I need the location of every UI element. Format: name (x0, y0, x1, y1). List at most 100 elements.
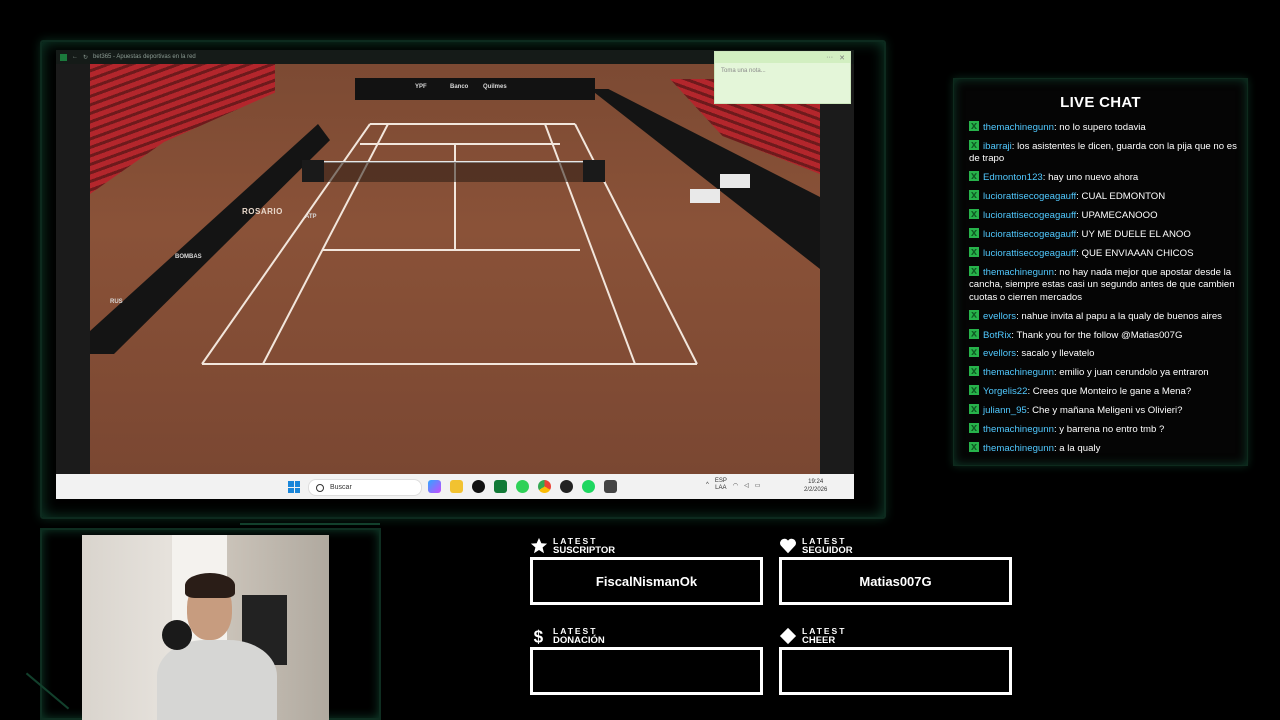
bet365-favicon-icon (60, 53, 67, 61)
heart-icon (780, 538, 796, 554)
chat-username[interactable]: themachinegunn (983, 443, 1054, 454)
chat-text: a la qualy (1059, 442, 1101, 454)
chat-message: luciorattisecogeagauff: UPAMECANOOO (969, 209, 1241, 223)
court-bench (720, 174, 750, 188)
chat-username[interactable]: ibarraji (983, 141, 1012, 152)
chat-text: emilio y juan cerundolo ya entraron (1059, 367, 1209, 379)
alert-label-big: SUSCRIPTOR (553, 545, 616, 556)
chat-username[interactable]: themachinegunn (983, 267, 1054, 278)
microphone (162, 620, 192, 650)
screen-capture: ← ↻ bet365 - Apuestas deportivas en la r… (56, 50, 854, 499)
chat-username[interactable]: Edmonton123 (983, 172, 1043, 183)
clock-date: 2/2/2026 (804, 487, 828, 493)
tennis-stream-video[interactable]: YPF Banco Quilmes ATP RUS BOMBAS ROSARIO (90, 64, 820, 474)
chat-text: QUE ENVIAAAN CHICOS (1081, 247, 1194, 259)
alert-value-box: FiscalNismanOk (530, 557, 763, 605)
alert-value: Matias007G (859, 573, 932, 589)
search-label: Buscar (330, 484, 352, 491)
system-tray: ^ ESP LAA ◠ ◁ ▭ (706, 478, 760, 492)
windows-start-icon[interactable] (288, 481, 300, 493)
alert-label-big: CHEER (802, 635, 836, 646)
sticky-note[interactable]: ··· ✕ Toma una nota... (714, 51, 851, 104)
chat-text: sacalo y llevatelo (1021, 348, 1095, 360)
alert-label-big: SEGUIDOR (802, 545, 853, 556)
chat-message: ibarraji: los asistentes le dicen, guard… (969, 139, 1237, 165)
kick-badge-icon (969, 328, 979, 339)
windows-taskbar: Buscar ^ ESP LAA ◠ ◁ ▭ 19:24 2/2/2026 (56, 474, 854, 499)
alert-value-box (779, 647, 1012, 695)
bet365-icon[interactable] (494, 480, 507, 493)
live-chat-panel: LIVE CHAT themachinegunn: no lo supero t… (953, 78, 1248, 466)
frame-decoration (240, 523, 380, 525)
tennis-court-lines (201, 123, 698, 365)
net-post-right (583, 160, 605, 182)
chat-message: evellors: nahue invita al papu a la qual… (969, 309, 1241, 324)
sticky-note-input[interactable]: Toma una nota... (715, 63, 850, 79)
chat-username[interactable]: luciorattisecogeagauff (983, 248, 1076, 259)
taskbar-clock[interactable]: 19:24 2/2/2026 (804, 478, 827, 494)
chat-message: Yorgelis22: Crees que Monteiro le gane a… (969, 385, 1241, 399)
chat-username[interactable]: themachinegunn (983, 424, 1054, 435)
kick-badge-icon (969, 404, 979, 415)
reload-icon[interactable]: ↻ (83, 54, 88, 61)
chat-message: luciorattisecogeagauff: QUE ENVIAAAN CHI… (969, 246, 1241, 261)
app-icon[interactable] (604, 480, 617, 493)
close-icon[interactable]: ✕ (839, 54, 845, 62)
latest-seguidor-widget: LATEST SEGUIDOR Matias007G (779, 537, 1012, 605)
back-icon[interactable]: ← (72, 54, 78, 60)
chat-username[interactable]: BotRix (983, 330, 1011, 341)
chat-text: Crees que Monteiro le gane a Mena? (1032, 386, 1192, 398)
wifi-icon[interactable]: ◠ (733, 482, 738, 489)
whatsapp-icon[interactable] (516, 480, 529, 493)
volume-icon[interactable]: ◁ (744, 482, 749, 489)
chat-message: themachinegunn: a la qualy (969, 441, 1241, 456)
taskbar-search[interactable]: Buscar (308, 479, 422, 496)
keyboard-layout: LAA (715, 485, 727, 491)
chat-message: BotRix: Thank you for the follow @Matias… (969, 328, 1241, 343)
alert-value: FiscalNismanOk (595, 573, 698, 589)
chat-message: luciorattisecogeagauff: CUAL EDMONTON (969, 190, 1241, 204)
copilot-icon[interactable] (428, 480, 441, 493)
court-bench (690, 189, 720, 203)
kick-badge-icon (969, 347, 979, 358)
alert-label-big: DONACIÓN (553, 635, 605, 646)
tiktok-icon[interactable] (472, 480, 485, 493)
chat-text: Thank you for the follow @Matias007G (1016, 329, 1183, 341)
chat-username[interactable]: evellors (983, 311, 1016, 322)
alert-value-box (530, 647, 763, 695)
streamer-body (157, 640, 277, 720)
browser-tab-title[interactable]: bet365 - Apuestas deportivas en la red (93, 54, 196, 60)
obs-icon[interactable] (560, 480, 573, 493)
chat-username[interactable]: themachinegunn (983, 122, 1054, 133)
kick-badge-icon (969, 190, 979, 201)
chat-username[interactable]: luciorattisecogeagauff (983, 229, 1076, 240)
chat-message: Edmonton123: hay uno nuevo ahora (969, 171, 1241, 185)
battery-icon[interactable]: ▭ (755, 482, 761, 489)
chat-text: UY ME DUELE EL ANOO (1081, 228, 1191, 240)
kick-badge-icon (969, 171, 979, 182)
chat-username[interactable]: Yorgelis22 (983, 386, 1027, 397)
clock-time: 19:24 (808, 479, 824, 485)
kick-badge-icon (969, 139, 979, 150)
chat-username[interactable]: juliann_95 (983, 405, 1027, 416)
kick-badge-icon (969, 121, 979, 131)
chat-username[interactable]: themachinegunn (983, 367, 1054, 378)
chrome-icon[interactable] (538, 480, 551, 493)
kick-badge-icon (969, 385, 979, 396)
star-icon (530, 537, 548, 554)
chat-username[interactable]: evellors (983, 348, 1016, 359)
chat-message: themachinegunn: y barrena no entro tmb ? (969, 422, 1241, 437)
kick-badge-icon (969, 441, 979, 452)
chat-text: no lo supero todavia (1059, 122, 1146, 133)
language-indicator[interactable]: ESP LAA (715, 478, 727, 492)
more-icon[interactable]: ··· (826, 54, 833, 61)
net-post-left (302, 160, 324, 182)
chat-username[interactable]: luciorattisecogeagauff (983, 191, 1076, 202)
chat-username[interactable]: luciorattisecogeagauff (983, 210, 1076, 221)
chevron-up-icon[interactable]: ^ (706, 482, 709, 488)
folder-icon[interactable] (450, 480, 463, 493)
chat-message: themachinegunn: no lo supero todavia (969, 121, 1241, 135)
chat-message: evellors: sacalo y llevatelo (969, 347, 1241, 361)
latest-cheer-widget: LATEST CHEER (779, 627, 1012, 695)
spotify-icon[interactable] (582, 480, 595, 493)
